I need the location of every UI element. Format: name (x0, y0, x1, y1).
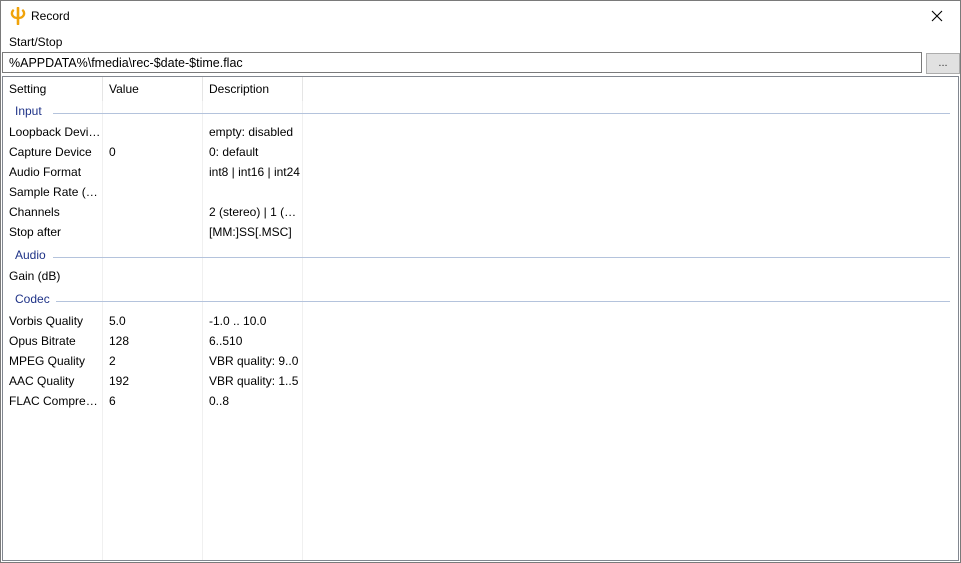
column-header-setting[interactable]: Setting (3, 77, 103, 101)
close-icon (931, 10, 943, 22)
setting-cell: AAC Quality (9, 374, 75, 388)
record-window: Record Start/Stop ... Setting Value Desc… (0, 0, 961, 563)
value-cell (109, 182, 201, 202)
description-cell (209, 182, 301, 202)
table-row[interactable]: Audio Format int8 | int16 | int24 (3, 162, 958, 182)
title-bar[interactable]: Record (1, 1, 960, 31)
group-label: Audio (15, 248, 52, 262)
description-cell: VBR quality: 9..0 (209, 354, 299, 368)
group-header-codec[interactable]: Codec (3, 290, 958, 310)
description-cell (209, 266, 301, 286)
table-row[interactable]: MPEG Quality 2 VBR quality: 9..0 (3, 351, 958, 371)
menu-bar: Start/Stop (1, 32, 960, 51)
value-cell: 0 (109, 145, 116, 159)
value-cell (109, 122, 201, 142)
description-cell: 6..510 (209, 334, 243, 348)
setting-cell: Loopback Device (9, 125, 101, 139)
table-row[interactable]: Vorbis Quality 5.0 -1.0 .. 10.0 (3, 311, 958, 331)
setting-cell: Capture Device (9, 145, 92, 159)
value-cell: 2 (109, 354, 116, 368)
table-row[interactable]: Stop after [MM:]SS[.MSC] (3, 222, 958, 242)
value-cell (109, 222, 201, 242)
group-divider-line (53, 257, 950, 258)
value-cell: 6 (109, 394, 116, 408)
description-cell: int8 | int16 | int24 (209, 165, 300, 179)
group-divider-line (53, 113, 950, 114)
setting-cell: Vorbis Quality (9, 314, 84, 328)
value-cell: 5.0 (109, 314, 126, 328)
table-row[interactable]: Channels 2 (stereo) | 1 (mono) (3, 202, 958, 222)
setting-cell: FLAC Compression (9, 394, 101, 408)
setting-cell: Sample Rate (Hz) (9, 185, 101, 199)
table-row[interactable]: Sample Rate (Hz) (3, 182, 958, 202)
group-divider-line (56, 301, 950, 302)
fmedia-phi-icon (10, 7, 26, 25)
setting-cell: Gain (dB) (9, 269, 61, 283)
table-row[interactable]: Capture Device 0 0: default (3, 142, 958, 162)
description-cell: 0: default (209, 145, 259, 159)
value-cell (109, 162, 201, 182)
description-cell: VBR quality: 1..5 (209, 374, 299, 388)
table-row[interactable]: Gain (dB) (3, 266, 958, 286)
group-label: Input (15, 104, 48, 118)
table-row[interactable]: FLAC Compression 6 0..8 (3, 391, 958, 411)
description-cell: 0..8 (209, 394, 230, 408)
column-header-row: Setting Value Description (3, 77, 303, 102)
description-cell: empty: disabled (209, 125, 294, 139)
column-header-value[interactable]: Value (103, 77, 203, 101)
group-header-input[interactable]: Input (3, 102, 958, 122)
close-button[interactable] (914, 1, 960, 31)
table-row[interactable]: Loopback Device empty: disabled (3, 122, 958, 142)
setting-cell: MPEG Quality (9, 354, 86, 368)
setting-cell: Opus Bitrate (9, 334, 76, 348)
value-cell: 192 (109, 374, 130, 388)
column-header-description[interactable]: Description (203, 77, 303, 101)
group-header-audio[interactable]: Audio (3, 246, 958, 266)
setting-cell: Channels (9, 205, 60, 219)
description-cell: -1.0 .. 10.0 (209, 314, 267, 328)
table-row[interactable]: Opus Bitrate 128 6..510 (3, 331, 958, 351)
menu-start-stop[interactable]: Start/Stop (9, 35, 62, 49)
value-cell (109, 266, 201, 286)
description-cell: 2 (stereo) | 1 (mono) (209, 205, 301, 219)
output-path-input[interactable] (2, 52, 922, 73)
setting-cell: Stop after (9, 225, 62, 239)
description-cell: [MM:]SS[.MSC] (209, 225, 292, 239)
group-label: Codec (15, 292, 56, 306)
browse-button[interactable]: ... (926, 53, 960, 74)
window-title: Record (31, 9, 70, 23)
table-row[interactable]: AAC Quality 192 VBR quality: 1..5 (3, 371, 958, 391)
value-cell (109, 202, 201, 222)
setting-cell: Audio Format (9, 165, 82, 179)
settings-listview[interactable]: Setting Value Description Input Loopback… (2, 76, 959, 561)
value-cell: 128 (109, 334, 130, 348)
